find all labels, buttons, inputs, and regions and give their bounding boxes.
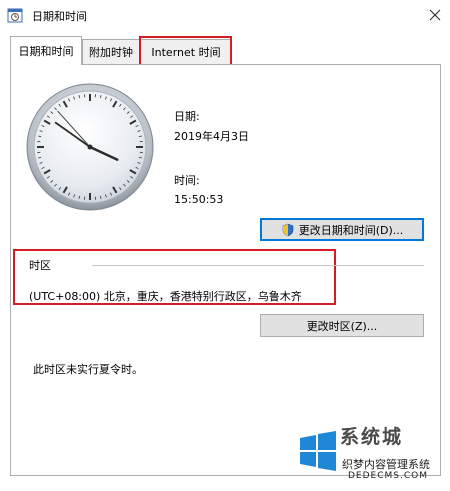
- timezone-value: (UTC+08:00) 北京，重庆，香港特别行政区，乌鲁木齐: [29, 290, 302, 303]
- watermark: 系统城 织梦内容管理系统 DEDECMS.COM: [296, 424, 446, 486]
- window-title: 日期和时间: [32, 10, 87, 23]
- tab-additional-clocks[interactable]: 附加时钟: [82, 39, 140, 64]
- change-date-time-button[interactable]: 更改日期和时间(D)...: [260, 218, 424, 241]
- close-button[interactable]: [422, 2, 448, 28]
- analog-clock: [26, 83, 154, 211]
- date-label: 日期:: [174, 110, 200, 123]
- time-label: 时间:: [174, 174, 200, 187]
- title-bar: 日期和时间: [0, 0, 450, 30]
- watermark-brand: 系统城: [340, 426, 404, 448]
- calendar-clock-icon: [7, 7, 23, 23]
- dst-note: 此时区未实行夏令时。: [33, 363, 143, 376]
- windows-logo-icon: [300, 431, 336, 471]
- watermark-url: DEDECMS.COM: [348, 471, 428, 481]
- timezone-divider: [92, 265, 424, 266]
- timezone-header: 时区: [29, 259, 51, 272]
- tab-date-time[interactable]: 日期和时间: [10, 36, 82, 65]
- uac-shield-icon: [282, 223, 294, 236]
- change-date-time-label: 更改日期和时间(D)...: [298, 223, 404, 237]
- date-value: 2019年4月3日: [174, 130, 249, 143]
- watermark-tagline: 织梦内容管理系统: [342, 458, 430, 471]
- change-timezone-button[interactable]: 更改时区(Z)...: [260, 314, 424, 337]
- time-value: 15:50:53: [174, 193, 224, 206]
- close-icon: [429, 9, 441, 21]
